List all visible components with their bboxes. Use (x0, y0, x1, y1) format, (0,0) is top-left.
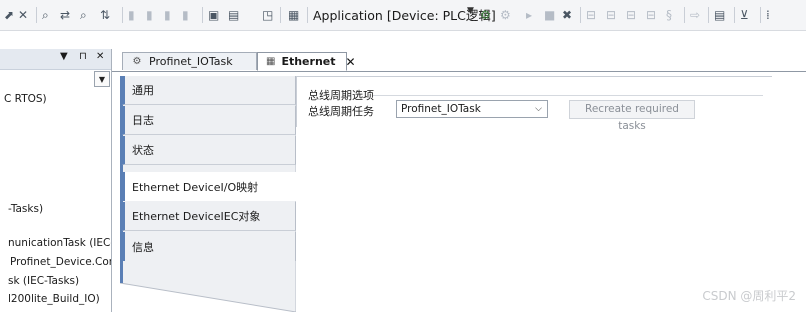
force-values-icon[interactable]: § (666, 6, 672, 24)
replace-icon[interactable]: ⇅ (100, 6, 110, 24)
layout-dropdown-icon[interactable]: ▤ (228, 6, 239, 24)
toolbar-separator (734, 7, 735, 23)
tab-label: Ethernet (281, 55, 336, 68)
toolbar-separator (280, 7, 281, 23)
bus-cycle-options-panel: 总线周期选项 总线周期任务 Profinet_IOTask ⌵ Recreate… (296, 76, 772, 132)
logout-icon[interactable]: ⚙ (500, 6, 511, 24)
cart-icon[interactable]: ⊻ (740, 6, 749, 24)
open-file-icon[interactable]: ◳ (262, 6, 273, 24)
device-icon: ▦ (266, 56, 276, 67)
delete-icon[interactable]: ✕ (18, 6, 28, 24)
device-tree-pane: ▼ ⊓ ✕ ▼ C RTOS) -Tasks) nunicationTask (… (0, 49, 112, 312)
toolbar-separator (708, 7, 709, 23)
gear-icon: ⚙ (132, 56, 142, 67)
stop-icon[interactable]: ■ (544, 6, 555, 24)
write-values-icon[interactable]: ⇨ (690, 6, 700, 24)
bookmark-next-icon[interactable]: ▮ (146, 6, 153, 24)
toolbar-arrow-icon[interactable]: ⬈ (4, 6, 14, 24)
tab-profinet-iotask[interactable]: ⚙ Profinet_IOTask (122, 52, 257, 70)
bus-cycle-task-select[interactable]: Profinet_IOTask ⌵ (396, 100, 548, 118)
close-tab-icon[interactable]: ✕ (346, 55, 356, 69)
group-divider (373, 95, 763, 96)
toolbar-separator (307, 7, 308, 23)
toolbar-gap (0, 31, 806, 49)
device-tree-header: ▼ ⊓ ✕ (0, 49, 111, 70)
close-icon[interactable]: ✕ (96, 51, 104, 62)
calendar-icon[interactable]: ▦ (288, 6, 299, 24)
step-out-icon[interactable]: ⊟ (646, 6, 656, 24)
side-navigation: 通用 日志 状态 Ethernet DeviceI/O映射 Ethernet D… (120, 76, 296, 312)
bus-cycle-group-title: 总线周期选项 (308, 89, 374, 102)
main-toolbar: ⬈ ✕ ⌕ ⇄ ⌕ ⇅ ▮ ▮ ▮ ▮ ▣ ▤ ◳ ▦ Application … (0, 0, 806, 31)
bookmark-icon[interactable]: ▮ (128, 6, 135, 24)
nav-item-log[interactable]: 日志 (122, 106, 296, 135)
tree-item[interactable]: sk (IEC-Tasks) (8, 275, 79, 287)
pin-icon[interactable]: ⊓ (79, 51, 87, 62)
toolbar-separator (580, 7, 581, 23)
find-replace-icon[interactable]: ⇄ (60, 6, 70, 24)
editor-tab-bar: ⚙ Profinet_IOTask ▦ Ethernet ✕ (112, 49, 806, 72)
tree-item[interactable]: nunicationTask (IEC-Task (8, 237, 111, 249)
more-icon[interactable]: ⁞ (766, 6, 770, 24)
tree-item[interactable]: l200lite_Build_IO) (8, 293, 100, 305)
pane-menu-icon[interactable]: ▼ (60, 51, 68, 62)
bookmark-prev-icon[interactable]: ▮ (164, 6, 171, 24)
recreate-tasks-button[interactable]: Recreate required tasks (569, 100, 695, 132)
toolbar-separator (202, 7, 203, 23)
tree-item[interactable]: Profinet_Device.CommC (10, 256, 111, 268)
step-into-icon[interactable]: ⊟ (626, 6, 636, 24)
ethernet-editor: 通用 日志 状态 Ethernet DeviceI/O映射 Ethernet D… (112, 72, 806, 312)
bookmark-search-icon[interactable]: ⌕ (80, 6, 87, 24)
tab-label: Profinet_IOTask (149, 55, 233, 68)
bookmark-clear-icon[interactable]: ▮ (182, 6, 189, 24)
toolbar-separator (122, 7, 123, 23)
monitor-icon[interactable]: ▤ (714, 6, 725, 24)
chevron-down-icon: ⌵ (535, 104, 542, 114)
reset-icon[interactable]: ✖ (562, 6, 572, 24)
tree-dropdown-button[interactable]: ▼ (94, 71, 110, 87)
breakpoint-icon[interactable]: ⊟ (586, 6, 596, 24)
bus-cycle-task-label: 总线周期任务 (308, 105, 374, 118)
chevron-down-icon[interactable]: ▼ (467, 6, 474, 16)
nav-item-general[interactable]: 通用 (122, 76, 296, 105)
step-over-icon[interactable]: ⊟ (606, 6, 616, 24)
toolbar-separator (760, 7, 761, 23)
find-icon[interactable]: ⌕ (42, 6, 49, 24)
tree-item[interactable]: -Tasks) (8, 203, 43, 215)
run-icon[interactable]: ▸ (526, 6, 532, 24)
tab-ethernet[interactable]: ▦ Ethernet ✕ (257, 52, 356, 71)
nav-item-io-mapping[interactable]: Ethernet DeviceI/O映射 (122, 172, 296, 201)
watermark: CSDN @周利平2 (702, 289, 796, 303)
nav-item-info[interactable]: 信息 (122, 232, 296, 261)
toolbar-separator (36, 7, 37, 23)
nav-item-status[interactable]: 状态 (122, 136, 296, 165)
nav-item-iec-objects[interactable]: Ethernet DeviceIEC对象 (122, 202, 296, 231)
tree-item[interactable]: C RTOS) (4, 93, 47, 105)
window-icon[interactable]: ▣ (208, 6, 219, 24)
selected-task-value: Profinet_IOTask (401, 103, 481, 115)
login-icon[interactable]: ⚙ (480, 6, 491, 24)
toolbar-separator (684, 7, 685, 23)
